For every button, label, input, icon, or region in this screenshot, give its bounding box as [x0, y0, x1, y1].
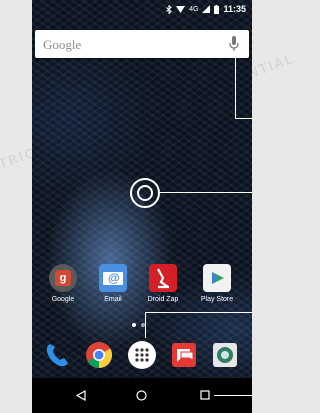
google-folder-icon: g	[49, 264, 77, 292]
play-store-icon	[203, 264, 231, 292]
clock: 11:35	[223, 4, 246, 14]
app-label: Google	[51, 296, 75, 303]
email-icon: @	[99, 264, 127, 292]
app-play-store[interactable]: Play Store	[192, 264, 242, 303]
app-drawer-icon[interactable]	[127, 340, 157, 370]
page-indicator	[132, 323, 152, 329]
camera-icon[interactable]	[210, 340, 240, 370]
app-label: Email	[104, 296, 122, 303]
mic-icon[interactable]	[229, 36, 239, 52]
callout-line-nav	[214, 395, 252, 396]
home-icon[interactable]	[136, 390, 147, 401]
callout-line-ring	[160, 192, 252, 193]
battery-icon	[214, 4, 220, 14]
chrome-icon[interactable]	[84, 340, 114, 370]
callout-line-drawer-v	[145, 312, 146, 338]
network-type-label: 4G	[189, 5, 199, 13]
messaging-icon[interactable]	[169, 340, 199, 370]
navigation-bar	[32, 378, 252, 413]
recents-icon[interactable]	[200, 390, 210, 400]
back-icon[interactable]	[76, 390, 86, 401]
app-label: Play Store	[200, 296, 234, 303]
app-google[interactable]: g Google	[38, 264, 88, 303]
app-label: Droid Zap	[147, 296, 179, 303]
bluetooth-icon	[166, 4, 172, 14]
phone-screen: 4G 11:35 Google g Google @ Email Droid Z…	[32, 0, 252, 413]
touch-target-ring	[130, 178, 160, 208]
callout-line-mic-h	[235, 118, 252, 119]
signal-icon	[202, 5, 211, 13]
google-logo: Google	[43, 37, 82, 52]
app-droid-zap[interactable]: Droid Zap	[138, 264, 188, 303]
app-email[interactable]: @ Email	[88, 264, 138, 303]
google-search-bar[interactable]: Google	[35, 30, 249, 58]
callout-line-drawer	[145, 312, 252, 313]
status-bar: 4G 11:35	[32, 0, 252, 18]
droid-zap-icon	[149, 264, 177, 292]
phone-icon[interactable]	[42, 340, 72, 370]
callout-line-mic	[235, 58, 236, 118]
wifi-icon	[176, 6, 186, 13]
